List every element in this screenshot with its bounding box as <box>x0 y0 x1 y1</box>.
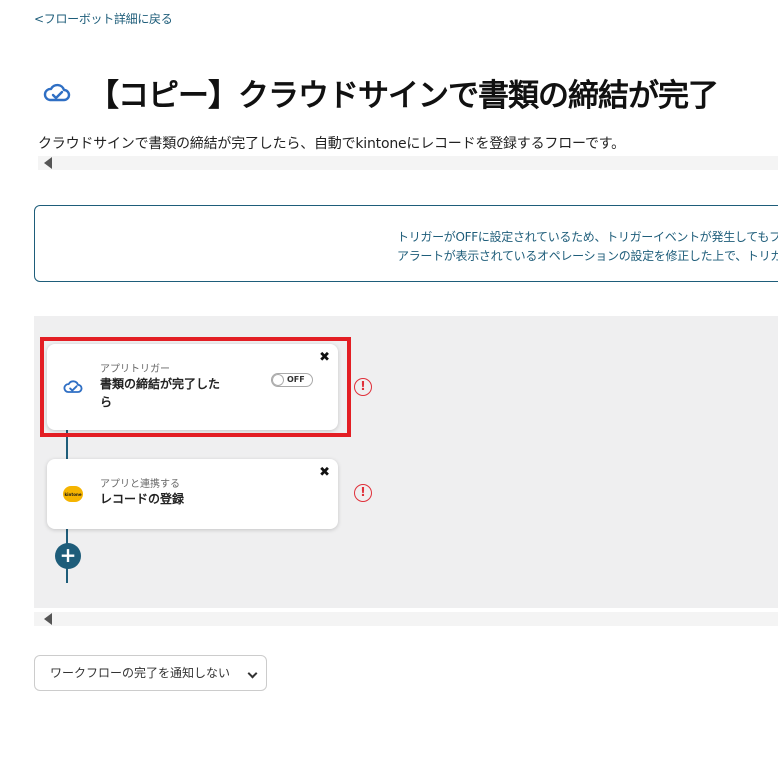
back-to-flowbot-link[interactable]: <フローボット詳細に戻る <box>34 10 173 27</box>
description-scrollbar[interactable] <box>38 156 778 170</box>
page-header: 【コピー】クラウドサインで書類の締結が完了 <box>40 70 719 115</box>
close-icon[interactable]: ✖ <box>319 465 330 480</box>
card-type-label: アプリと連携する <box>100 479 180 490</box>
warning-icon[interactable]: ! <box>354 378 372 396</box>
trigger-off-alert: トリガーがOFFに設定されているため、トリガーイベントが発生してもフ アラートが… <box>34 205 778 282</box>
operation-card[interactable]: kintone アプリと連携する レコードの登録 ✖ <box>47 459 338 529</box>
canvas-scrollbar[interactable] <box>34 612 778 626</box>
add-step-button[interactable]: + <box>55 543 81 569</box>
flow-description: クラウドサインで書類の締結が完了したら、自動でkintoneにレコードを登録する… <box>38 136 625 152</box>
alert-line-2: アラートが表示されているオペレーションの設定を修正した上で、トリガ <box>397 249 778 263</box>
kintone-icon: kintone <box>62 483 84 505</box>
flow-connector-line <box>66 527 68 544</box>
select-value: ワークフローの完了を通知しない <box>50 666 231 680</box>
scroll-left-arrow-icon[interactable] <box>44 157 52 169</box>
workflow-notify-select[interactable]: ワークフローの完了を通知しない <box>34 655 267 691</box>
flow-connector-line <box>66 568 68 583</box>
highlight-frame <box>40 337 351 437</box>
cloudsign-icon <box>40 76 74 110</box>
card-title: レコードの登録 <box>100 492 185 506</box>
kintone-logo: kintone <box>63 486 83 502</box>
alert-line-1: トリガーがOFFに設定されているため、トリガーイベントが発生してもフ <box>397 230 778 244</box>
warning-icon[interactable]: ! <box>354 484 372 502</box>
page-title: 【コピー】クラウドサインで書類の締結が完了 <box>88 78 719 114</box>
chevron-down-icon <box>247 668 258 679</box>
scroll-left-arrow-icon[interactable] <box>44 613 52 625</box>
